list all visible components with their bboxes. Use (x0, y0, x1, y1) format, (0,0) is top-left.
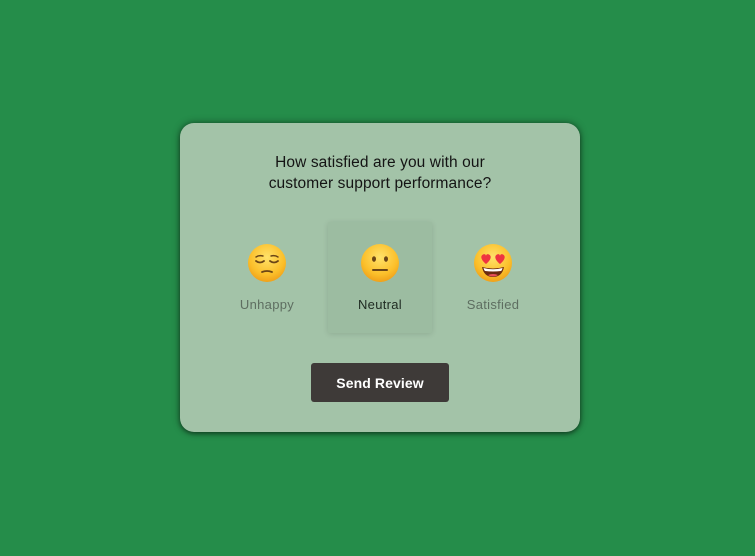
question-line-1: How satisfied are you with our (275, 154, 485, 171)
send-review-button[interactable]: Send Review (311, 363, 449, 402)
option-satisfied[interactable]: Satisfied (441, 222, 545, 333)
neutral-face-icon (361, 244, 399, 282)
option-label: Satisfied (466, 297, 520, 312)
option-unhappy[interactable]: Unhappy (215, 222, 319, 333)
question-line-2: customer support performance? (268, 175, 492, 192)
review-card: How satisfied are you with our customer … (180, 123, 580, 432)
heart-eyes-face-icon (474, 244, 512, 282)
page-background: How satisfied are you with our customer … (0, 0, 755, 556)
option-label: Unhappy (239, 297, 295, 312)
option-label: Neutral (357, 297, 402, 312)
question-text: How satisfied are you with our customer … (220, 152, 540, 194)
relieved-face-icon (248, 244, 286, 282)
rating-options: Unhappy Neutral Satisfied (180, 222, 580, 333)
option-neutral[interactable]: Neutral (328, 222, 432, 333)
